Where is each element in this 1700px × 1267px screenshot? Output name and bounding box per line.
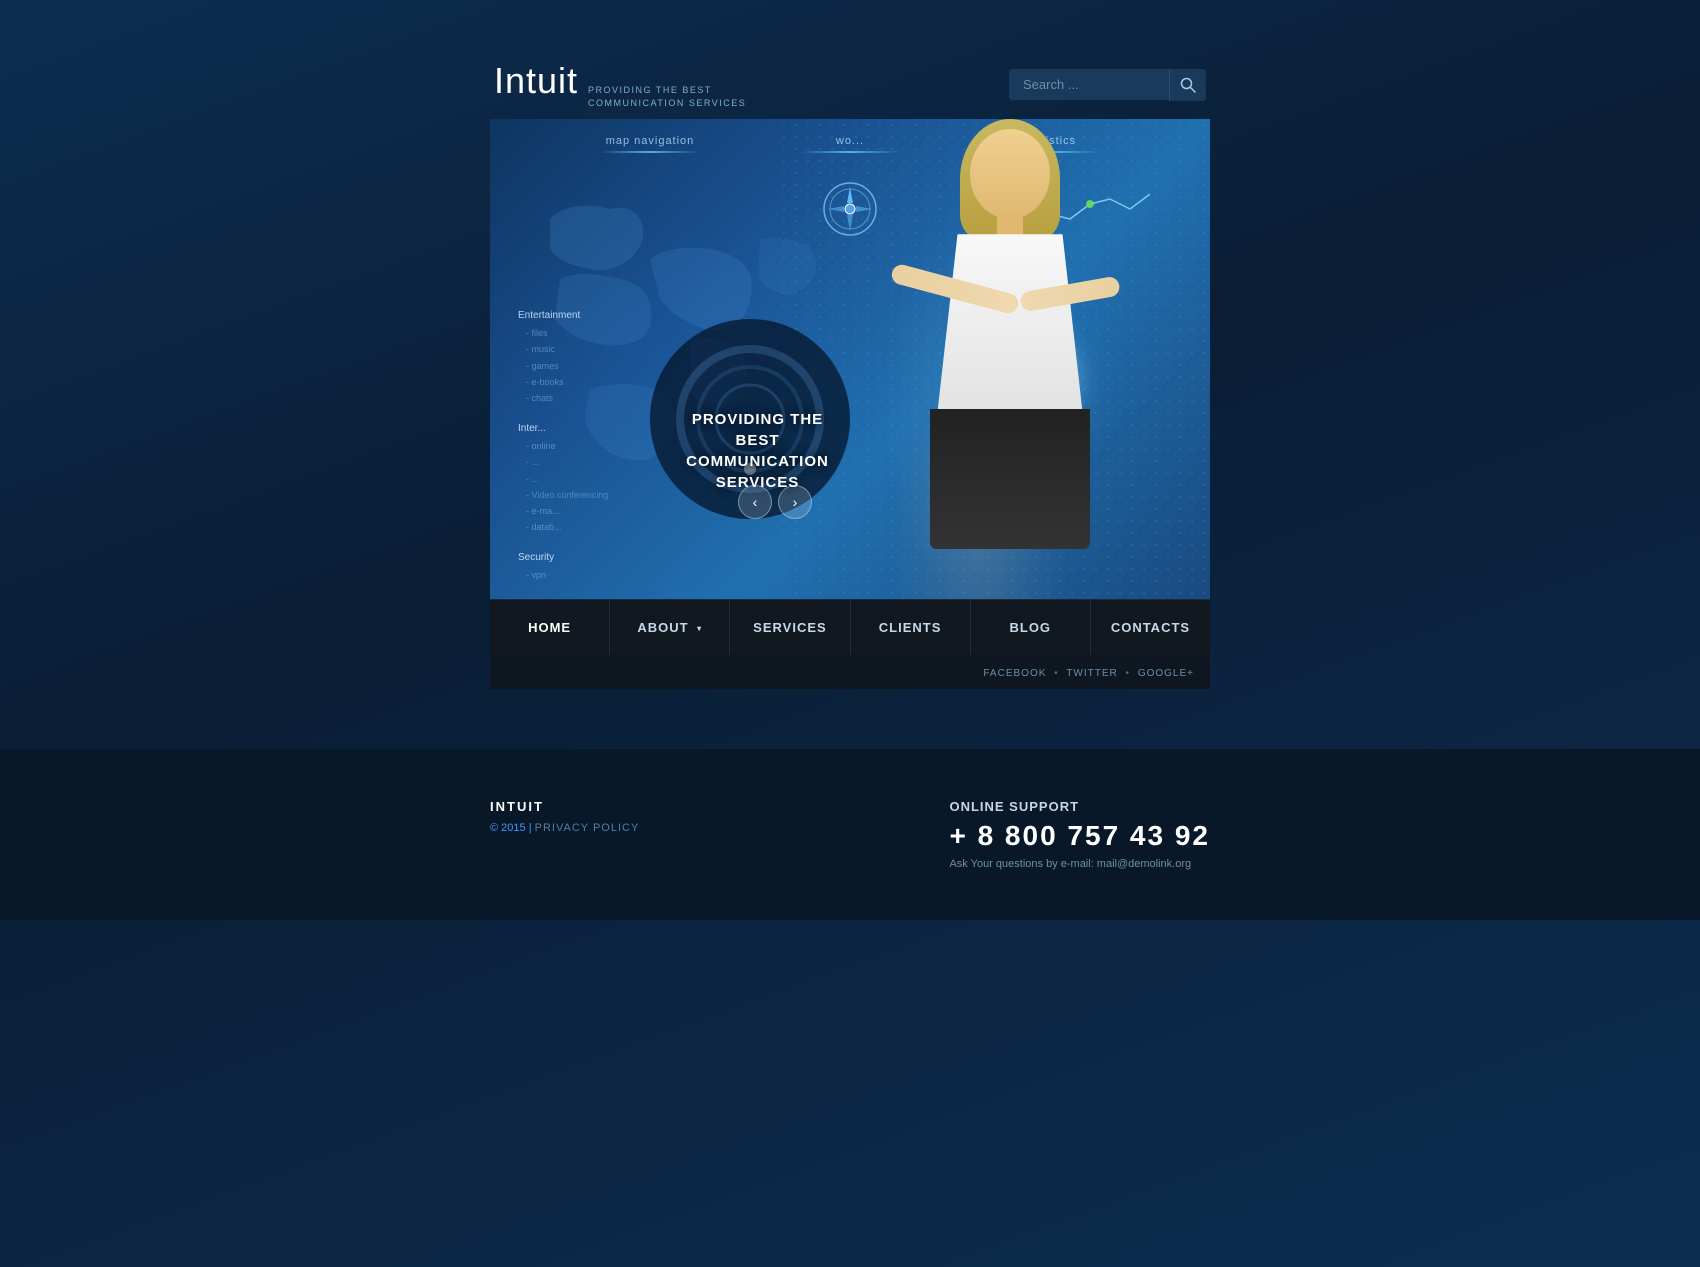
- hero-text: PROVIDING THE BEST COMMUNICATION SERVICE…: [675, 409, 840, 493]
- nav-about[interactable]: ABOUT ▾: [610, 600, 730, 655]
- woman-skirt: [930, 409, 1090, 549]
- footer-copyright: © 2015 | PRIVACY POLICY: [490, 822, 639, 834]
- twitter-link[interactable]: TWITTER: [1066, 668, 1117, 679]
- logo-text: Intuit: [494, 60, 578, 102]
- header: Intuit PROVIDING THE BEST COMMUNICATION …: [490, 60, 1210, 109]
- support-phone: + 8 800 757 43 92: [949, 820, 1210, 852]
- logo-tagline: PROVIDING THE BEST COMMUNICATION SERVICE…: [588, 84, 746, 109]
- nav-clients[interactable]: CLIENTS: [851, 600, 971, 655]
- social-dot-1: •: [1054, 668, 1059, 679]
- nav-home[interactable]: HOME: [490, 600, 610, 655]
- footer-right: ONLINE SUPPORT + 8 800 757 43 92 Ask You…: [949, 799, 1210, 870]
- nav-blog[interactable]: BLOG: [971, 600, 1091, 655]
- search-area: [1009, 69, 1206, 101]
- search-button[interactable]: [1169, 69, 1206, 101]
- search-icon: [1180, 77, 1196, 93]
- tagline-line1: PROVIDING THE BEST: [588, 84, 746, 97]
- search-input[interactable]: [1009, 69, 1169, 100]
- navigation-bar: HOME ABOUT ▾ SERVICES CLIENTS BLOG CONTA…: [490, 599, 1210, 655]
- hero-headline: PROVIDING THE BEST COMMUNICATION SERVICE…: [675, 409, 840, 493]
- googleplus-link[interactable]: GOOGLE+: [1138, 668, 1194, 679]
- footer-inner: INTUIT © 2015 | PRIVACY POLICY ONLINE SU…: [490, 799, 1210, 870]
- privacy-policy-link[interactable]: PRIVACY POLICY: [535, 822, 640, 834]
- hero-container: map navigation wo... statistics: [490, 119, 1210, 599]
- logo-area: Intuit PROVIDING THE BEST COMMUNICATION …: [494, 60, 746, 109]
- facebook-link[interactable]: FACEBOOK: [983, 668, 1046, 679]
- footer-left: INTUIT © 2015 | PRIVACY POLICY: [490, 799, 639, 834]
- support-label: ONLINE SUPPORT: [949, 799, 1210, 814]
- support-email: Ask Your questions by e-mail: mail@demol…: [949, 858, 1210, 870]
- social-bar: FACEBOOK • TWITTER • GOOGLE+: [490, 655, 1210, 689]
- woman-silhouette: [920, 119, 1100, 549]
- about-dropdown-arrow: ▾: [697, 624, 702, 633]
- social-links: FACEBOOK • TWITTER • GOOGLE+: [983, 668, 1194, 679]
- footer-brand: INTUIT: [490, 799, 639, 814]
- social-dot-2: •: [1126, 668, 1131, 679]
- tagline-line2: COMMUNICATION SERVICES: [588, 97, 746, 110]
- nav-contacts[interactable]: CONTACTS: [1091, 600, 1210, 655]
- woman-figure-container: [890, 119, 1130, 549]
- woman-shirt: [935, 234, 1085, 434]
- page-background: Intuit PROVIDING THE BEST COMMUNICATION …: [0, 0, 1700, 1267]
- woman-head: [970, 129, 1050, 219]
- main-wrapper: Intuit PROVIDING THE BEST COMMUNICATION …: [490, 60, 1210, 689]
- nav-services[interactable]: SERVICES: [730, 600, 850, 655]
- footer-section: INTUIT © 2015 | PRIVACY POLICY ONLINE SU…: [0, 749, 1700, 920]
